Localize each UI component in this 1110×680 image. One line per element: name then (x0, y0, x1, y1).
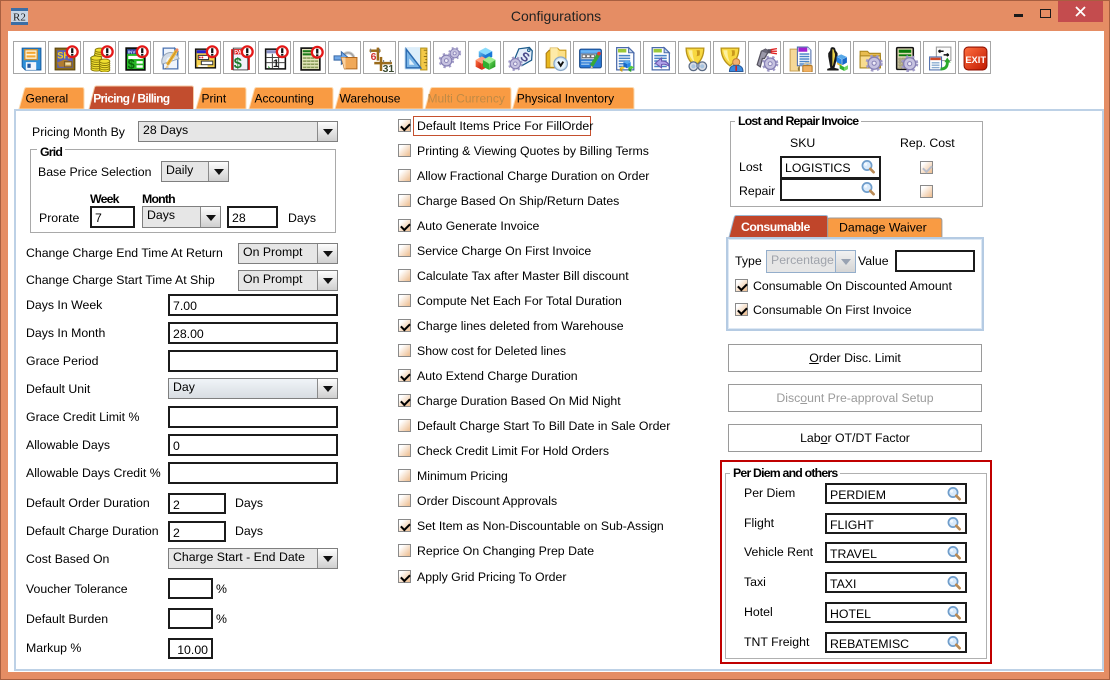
svg-text:Accounting: Accounting (255, 92, 314, 106)
svg-text:EXIT: EXIT (965, 55, 986, 65)
svg-text:Print: Print (202, 92, 227, 106)
svg-text:$: $ (234, 56, 242, 72)
svg-text:Damage Waiver: Damage Waiver (839, 221, 927, 235)
svg-text:6: 6 (371, 52, 377, 63)
svg-text:Pricing / Billing: Pricing / Billing (93, 92, 170, 106)
svg-text:General: General (26, 92, 69, 106)
svg-text:1: 1 (273, 58, 280, 70)
svg-text:Multi Currency: Multi Currency (428, 92, 505, 106)
svg-text:$: $ (128, 57, 135, 71)
svg-text:Warehouse: Warehouse (340, 92, 401, 106)
svg-text:31: 31 (383, 64, 394, 72)
svg-text:Physical Inventory: Physical Inventory (517, 92, 614, 106)
svg-text:R2: R2 (13, 12, 26, 24)
svg-text:Consumable: Consumable (741, 220, 810, 234)
